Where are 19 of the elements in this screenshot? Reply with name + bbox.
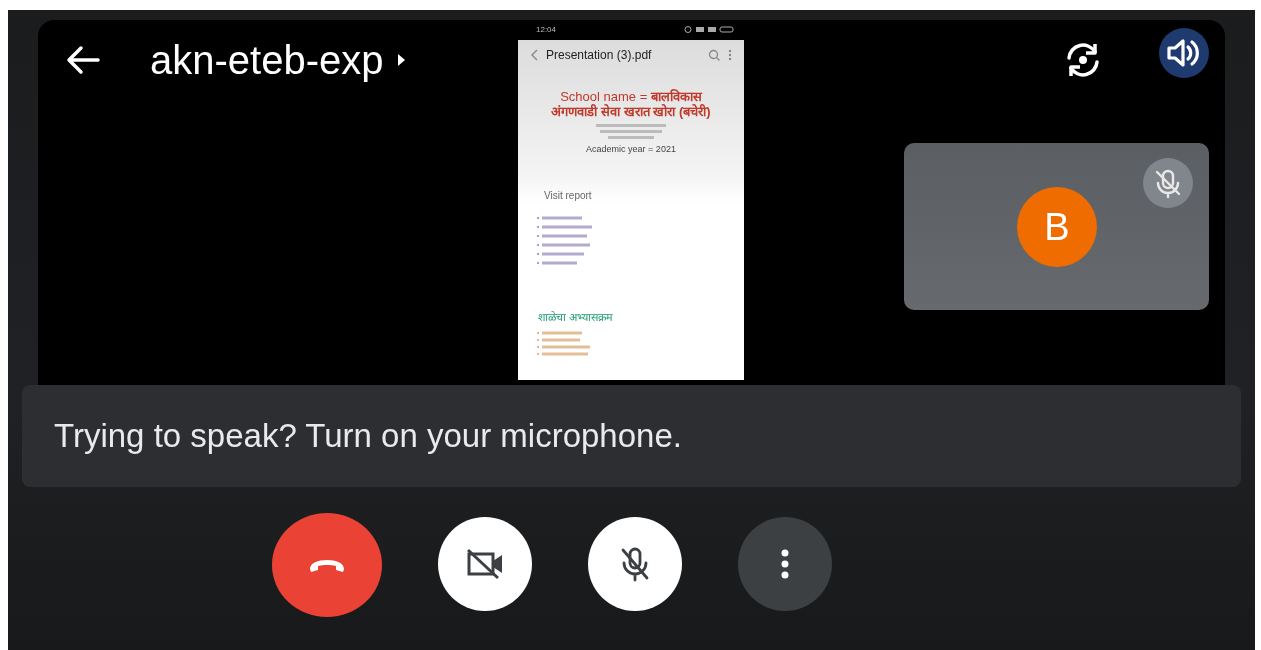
slide-heading: School name = बालविकास अंगणवाडी सेवा खरात खोरा (बचेरी) [551, 90, 711, 120]
back-icon[interactable] [530, 49, 538, 61]
back-arrow-icon [66, 45, 100, 75]
slide-section-title: Visit report [544, 189, 592, 201]
toast-message: Trying to speak? Turn on your microphone. [22, 385, 1241, 487]
slide-detail: Academic year = 2021 [586, 143, 676, 154]
more-icon [780, 549, 789, 579]
status-time: 12:04 [536, 25, 557, 34]
avatar: B [1017, 187, 1097, 267]
camera-off-icon [464, 547, 505, 581]
speaker-icon [1166, 37, 1202, 69]
file-title: Presentation (3).pdf [546, 48, 652, 62]
caret-icon [397, 53, 407, 67]
more-icon[interactable] [728, 49, 732, 61]
search-icon[interactable] [708, 49, 720, 61]
speaker-button[interactable] [1159, 28, 1209, 78]
slide-section-title: शाळेचा अभ्यासक्रम [538, 309, 614, 324]
meeting-title[interactable]: akn-eteb-exp [146, 33, 411, 87]
status-icons [684, 26, 734, 33]
